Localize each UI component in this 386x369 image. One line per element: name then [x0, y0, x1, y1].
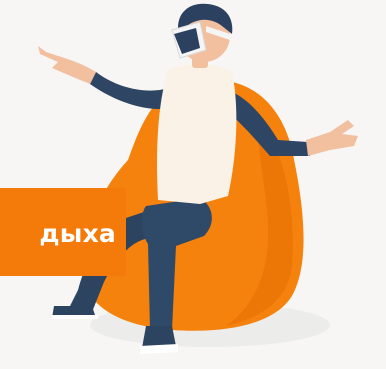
hero-scene: дыха: [0, 0, 386, 369]
sleeve-left: [90, 72, 172, 109]
hand-left: [38, 46, 96, 84]
head: [171, 3, 233, 62]
arm-left: [38, 46, 172, 109]
promo-banner: дыха: [0, 188, 126, 276]
banner-text: дыха: [39, 218, 116, 248]
vr-beanbag-illustration: [38, 3, 358, 354]
shirt: [157, 64, 237, 204]
shoe-left-sole: [52, 315, 98, 319]
hand-right: [306, 120, 358, 156]
